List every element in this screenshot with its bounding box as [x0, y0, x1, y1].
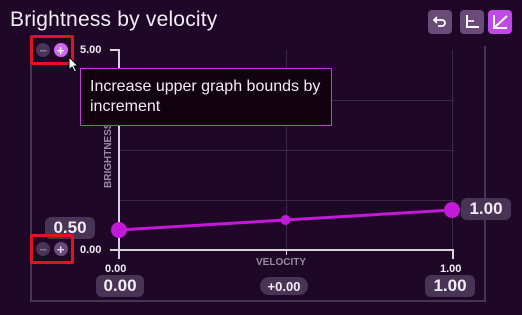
mouse-cursor-icon [68, 56, 80, 73]
increase-lower-bound-button[interactable]: + [53, 242, 68, 256]
x-end-field[interactable]: 1.00 [425, 275, 475, 297]
decrease-lower-bound-button[interactable]: − [36, 242, 51, 256]
curve-end-point[interactable] [444, 202, 460, 218]
curve-segment [285, 208, 453, 222]
curve-mid-point[interactable] [280, 215, 291, 225]
increase-upper-bound-button[interactable]: + [53, 43, 68, 57]
lower-bounds-stepper: − + [30, 234, 74, 264]
tooltip: Increase upper graph bounds by increment [80, 68, 332, 126]
curve-plot [111, 202, 460, 238]
x-start-field[interactable]: 0.00 [96, 275, 144, 297]
decrease-upper-bound-button[interactable]: − [36, 43, 51, 57]
curve-segment [118, 218, 286, 232]
x-offset-field[interactable]: +0.00 [260, 277, 308, 295]
curve-start-point[interactable] [111, 222, 127, 238]
end-value-field[interactable]: 1.00 [461, 198, 511, 220]
